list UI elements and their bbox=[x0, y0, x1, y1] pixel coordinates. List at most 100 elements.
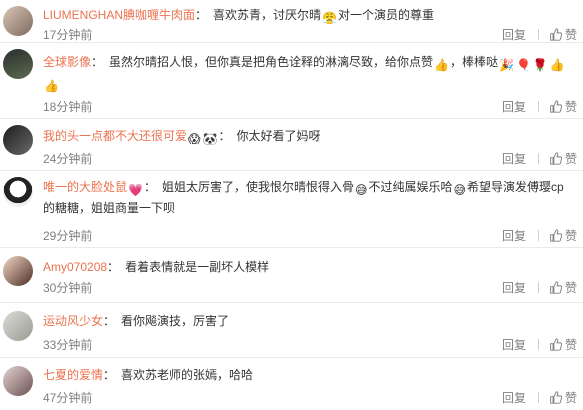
balloon-emoji-icon: 🎈 bbox=[515, 58, 531, 72]
party-emoji-icon: 🎉 bbox=[499, 58, 514, 72]
comment-actions: 回复 赞 bbox=[502, 227, 577, 244]
avatar[interactable] bbox=[3, 256, 33, 286]
comment-item: 我的头一点都不大还很可爱😱 🐼： 你太好看了妈呀 24分钟前 回复 赞 bbox=[0, 119, 583, 171]
divider bbox=[537, 230, 539, 241]
comment-actions: 回复 赞 bbox=[502, 26, 577, 43]
comment-list: LIUMENGHAN腆咖喱牛肉面： 喜欢苏青，讨厌尔晴😤对一个演员的尊重 17分钟… bbox=[0, 0, 583, 410]
reply-button[interactable]: 回复 bbox=[502, 389, 526, 406]
divider bbox=[537, 339, 539, 350]
rage-emoji-icon: 😤 bbox=[322, 11, 337, 25]
thumb-up-icon bbox=[550, 100, 562, 113]
colon: ： bbox=[91, 55, 104, 69]
heart-emoji-icon: 💗 bbox=[128, 183, 143, 197]
thumbs-up-emoji-icon: 👍 bbox=[549, 58, 565, 72]
like-button[interactable]: 赞 bbox=[549, 336, 577, 353]
comment-body-cont: ，棒棒哒 bbox=[450, 55, 499, 69]
colon: ： bbox=[103, 368, 116, 382]
comment-text: 唯一的大脸处鼠💗： 姐姐太厉害了，使我恨尔晴恨得入骨😅不过纯属娱乐哈😅希望导演发傅… bbox=[43, 178, 575, 217]
comment-actions: 回复 赞 bbox=[502, 389, 577, 406]
divider bbox=[537, 101, 539, 112]
reply-button[interactable]: 回复 bbox=[502, 150, 526, 167]
timestamp: 18分钟前 bbox=[43, 100, 93, 114]
comment-actions: 回复 赞 bbox=[502, 336, 577, 353]
comment-body-cont: 对一个演员的尊重 bbox=[338, 8, 435, 22]
username-link[interactable]: 唯一的大脸处鼠 bbox=[43, 180, 127, 194]
avatar[interactable] bbox=[3, 177, 33, 207]
sweat-emoji-icon: 😅 bbox=[355, 183, 368, 197]
divider bbox=[537, 29, 539, 40]
comment-text: 我的头一点都不大还很可爱😱 🐼： 你太好看了妈呀 bbox=[43, 127, 575, 148]
comment-body: 喜欢苏青，讨厌尔晴 bbox=[213, 8, 322, 22]
like-label: 赞 bbox=[564, 229, 577, 243]
username-link[interactable]: 运动风少女 bbox=[43, 314, 103, 328]
avatar[interactable] bbox=[3, 125, 33, 155]
timestamp: 29分钟前 bbox=[43, 229, 93, 243]
comment-actions: 回复 赞 bbox=[502, 279, 577, 296]
comment-actions: 回复 赞 bbox=[502, 98, 577, 115]
colon: ： bbox=[103, 314, 116, 328]
thumbs-up-emoji-icon: 👍 bbox=[44, 79, 59, 93]
reply-button[interactable]: 回复 bbox=[502, 227, 526, 244]
like-button[interactable]: 赞 bbox=[549, 98, 577, 115]
like-button[interactable]: 赞 bbox=[549, 279, 577, 296]
timestamp: 24分钟前 bbox=[43, 152, 93, 166]
like-label: 赞 bbox=[564, 281, 577, 295]
like-label: 赞 bbox=[564, 391, 577, 405]
comment-body: 看着表情就是一副坏人模样 bbox=[125, 260, 270, 274]
sweat-emoji-icon: 😅 bbox=[453, 183, 467, 197]
like-button[interactable]: 赞 bbox=[549, 26, 577, 43]
timestamp: 47分钟前 bbox=[43, 391, 93, 405]
like-label: 赞 bbox=[564, 152, 577, 166]
colon: ： bbox=[107, 260, 120, 274]
comment-text: LIUMENGHAN腆咖喱牛肉面： 喜欢苏青，讨厌尔晴😤对一个演员的尊重 bbox=[43, 6, 575, 27]
thumb-up-icon bbox=[550, 281, 562, 294]
like-label: 赞 bbox=[564, 28, 577, 42]
thumbs-up-emoji-icon: 👍 bbox=[434, 58, 449, 72]
comment-item: 全球影像： 虽然尔晴招人恨，但你真是把角色诠释的淋漓尽致，给你点赞👍，棒棒哒🎉 🎈 🌹… bbox=[0, 43, 583, 119]
username-link[interactable]: 七夏的爱情 bbox=[43, 368, 103, 382]
comment-text: Amy070208： 看着表情就是一副坏人模样 bbox=[43, 258, 575, 276]
thumb-up-icon bbox=[550, 152, 562, 165]
divider bbox=[537, 392, 539, 403]
comment-text: 运动风少女： 看你飚演技，厉害了 bbox=[43, 312, 575, 330]
timestamp: 17分钟前 bbox=[43, 28, 93, 42]
timestamp: 33分钟前 bbox=[43, 338, 93, 352]
panda-emoji-icon: 🐼 bbox=[202, 132, 218, 146]
thumb-up-icon bbox=[550, 28, 562, 41]
reply-button[interactable]: 回复 bbox=[502, 98, 526, 115]
like-label: 赞 bbox=[564, 100, 577, 114]
comment-body: 喜欢苏老师的张嫣，哈哈 bbox=[121, 368, 254, 382]
like-button[interactable]: 赞 bbox=[549, 389, 577, 406]
colon: ： bbox=[218, 129, 231, 143]
timestamp: 30分钟前 bbox=[43, 281, 93, 295]
comment-body: 姐姐太厉害了，使我恨尔晴恨得入骨 bbox=[161, 180, 354, 194]
username-link[interactable]: LIUMENGHAN腆咖喱牛肉面 bbox=[43, 8, 195, 22]
rose-emoji-icon: 🌹 bbox=[532, 58, 548, 72]
like-button[interactable]: 赞 bbox=[549, 150, 577, 167]
comment-item: 七夏的爱情： 喜欢苏老师的张嫣，哈哈 47分钟前 回复 赞 bbox=[0, 358, 583, 410]
like-button[interactable]: 赞 bbox=[549, 227, 577, 244]
username-link[interactable]: Amy070208 bbox=[43, 260, 107, 274]
colon: ： bbox=[143, 180, 156, 194]
username-link[interactable]: 全球影像 bbox=[43, 55, 91, 69]
colon: ： bbox=[195, 8, 208, 22]
comment-text: 全球影像： 虽然尔晴招人恨，但你真是把角色诠释的淋漓尽致，给你点赞👍，棒棒哒🎉 🎈 🌹… bbox=[43, 53, 575, 95]
reply-button[interactable]: 回复 bbox=[502, 336, 526, 353]
avatar[interactable] bbox=[3, 311, 33, 341]
comment-item: 运动风少女： 看你飚演技，厉害了 33分钟前 回复 赞 bbox=[0, 303, 583, 358]
divider bbox=[537, 282, 539, 293]
comment-actions: 回复 赞 bbox=[502, 150, 577, 167]
username-link[interactable]: 我的头一点都不大还很可爱 bbox=[43, 129, 187, 143]
thumb-up-icon bbox=[550, 391, 562, 404]
comment-item: Amy070208： 看着表情就是一副坏人模样 30分钟前 回复 赞 bbox=[0, 248, 583, 303]
reply-button[interactable]: 回复 bbox=[502, 26, 526, 43]
reply-button[interactable]: 回复 bbox=[502, 279, 526, 296]
avatar[interactable] bbox=[3, 49, 33, 79]
comment-text: 七夏的爱情： 喜欢苏老师的张嫣，哈哈 bbox=[43, 366, 575, 384]
wow-emoji-icon: 😱 bbox=[188, 132, 201, 146]
avatar[interactable] bbox=[3, 6, 33, 36]
comment-body-cont: 不过纯属娱乐哈 bbox=[368, 180, 453, 194]
avatar[interactable] bbox=[3, 366, 33, 396]
comment-item: 唯一的大脸处鼠💗： 姐姐太厉害了，使我恨尔晴恨得入骨😅不过纯属娱乐哈😅希望导演发傅… bbox=[0, 171, 583, 248]
comment-body: 你太好看了妈呀 bbox=[236, 129, 321, 143]
